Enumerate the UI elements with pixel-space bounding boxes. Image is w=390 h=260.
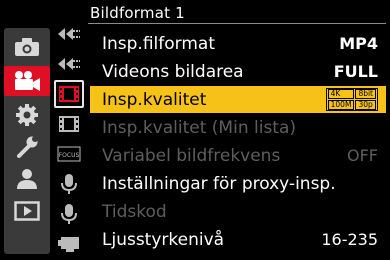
menu-item-label: Variabel bildfrekvens (102, 145, 281, 166)
menu-item-recording-file-format[interactable]: Insp.filformat MP4 (90, 30, 386, 57)
tab-custom[interactable] (9, 102, 45, 128)
sub-tab-3[interactable] (54, 80, 84, 108)
menu-item-value: 16-235 (321, 229, 378, 249)
badge-bitrate: 100M (327, 100, 355, 110)
focus-icon-label: FOCUS (59, 152, 80, 159)
film-icon (59, 86, 79, 102)
sub-tab-2[interactable] (54, 50, 84, 78)
menu-item-value: OFF (347, 145, 378, 165)
main-menu-tabs (4, 28, 50, 254)
title-divider (88, 23, 386, 24)
playback-icon (14, 201, 40, 221)
sub-tab-8[interactable] (54, 230, 84, 258)
microphone-icon (61, 174, 77, 194)
menu-item-label: Insp.filformat (102, 33, 215, 54)
menu-item-label: Inställningar för proxy-insp. (102, 173, 336, 194)
sub-menu-tabs: FOCUS (54, 18, 84, 256)
arrows-icon (58, 58, 80, 70)
sub-tab-5[interactable]: FOCUS (54, 140, 84, 168)
badge-resolution: 4K (327, 89, 355, 99)
video-camera-icon (15, 71, 40, 91)
microphone-icon (61, 204, 77, 224)
tab-my-menu[interactable] (9, 166, 45, 192)
menu-item-time-code: Tidskod (90, 198, 386, 225)
camera-menu-screen: FOCUS Bildformat 1 Insp.filformat MP4 Vi… (0, 0, 390, 260)
sub-tab-4[interactable] (54, 110, 84, 138)
wrench-icon (17, 136, 38, 158)
tab-setup[interactable] (9, 134, 45, 160)
arrows-icon (58, 28, 80, 40)
page-title: Bildformat 1 (90, 4, 185, 22)
menu-item-proxy-recording-settings[interactable]: Inställningar för proxy-insp. (90, 170, 386, 197)
tab-playback[interactable] (9, 198, 45, 224)
sub-tab-6[interactable] (54, 170, 84, 198)
menu-list: Insp.filformat MP4 Videons bildarea FULL… (90, 28, 386, 256)
tab-video[interactable] (4, 66, 50, 96)
person-icon (17, 169, 37, 189)
menu-item-label: Videons bildarea (102, 61, 244, 82)
focus-icon: FOCUS (57, 146, 81, 162)
menu-item-label: Tidskod (102, 201, 167, 222)
menu-item-variable-frame-rate: Variabel bildfrekvens OFF (90, 142, 386, 169)
menu-item-luminance-level[interactable]: Ljusstyrkenivå 16-235 (90, 226, 386, 253)
tab-photo[interactable] (9, 34, 45, 60)
menu-item-label: Insp.kvalitet (102, 89, 207, 110)
monitor-icon (58, 237, 79, 252)
menu-item-label: Ljusstyrkenivå (102, 229, 225, 250)
sub-tab-7[interactable] (54, 200, 84, 228)
film-icon (59, 116, 79, 132)
badge-bit-depth: 8bit (355, 89, 376, 99)
menu-item-value: MP4 (339, 33, 378, 53)
recording-quality-badge: 4K 8bit 100M 30p (325, 88, 378, 111)
sub-tab-1[interactable] (54, 20, 84, 48)
menu-item-value: FULL (333, 61, 378, 81)
menu-item-recording-quality[interactable]: Insp.kvalitet 4K 8bit 100M 30p (90, 86, 386, 113)
camera-icon (15, 38, 39, 56)
menu-item-label: Insp.kvalitet (Min lista) (102, 117, 297, 138)
menu-item-recording-quality-my-list: Insp.kvalitet (Min lista) (90, 114, 386, 141)
menu-item-image-area[interactable]: Videons bildarea FULL (90, 58, 386, 85)
gear-icon (16, 104, 38, 126)
badge-frame-rate: 30p (355, 100, 376, 110)
